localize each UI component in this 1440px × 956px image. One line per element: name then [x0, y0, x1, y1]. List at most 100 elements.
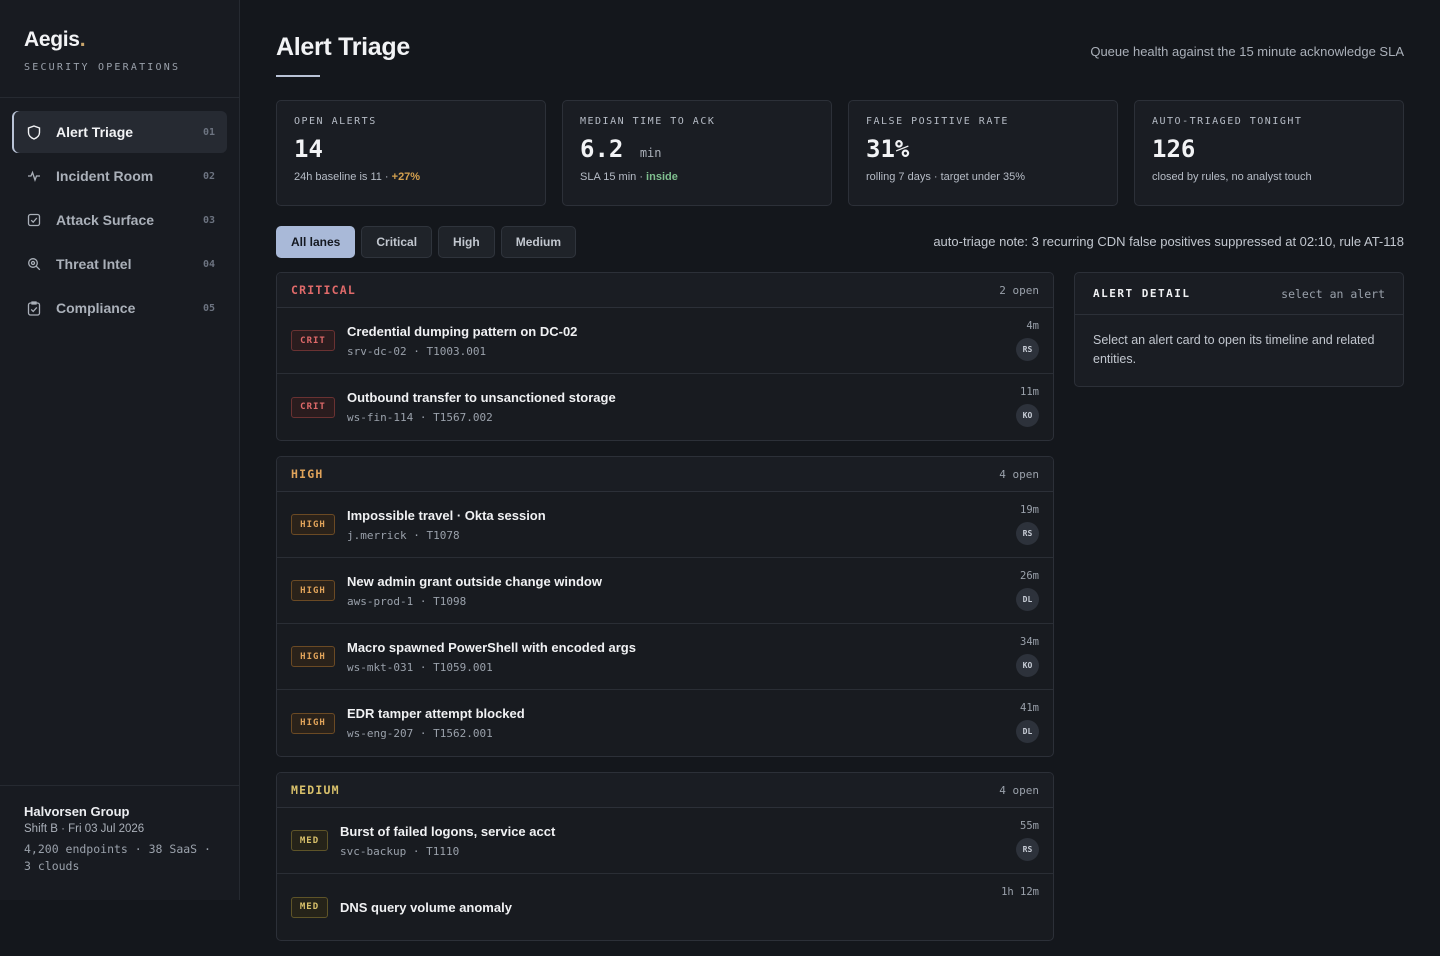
alert-title: Macro spawned PowerShell with encoded ar…: [347, 639, 636, 655]
stat-value: 14: [294, 135, 323, 163]
sidebar-item-label: Compliance: [56, 300, 136, 316]
severity-badge: CRIT: [291, 396, 335, 418]
stat-value: 6.2 min: [580, 135, 662, 163]
assignee-avatar[interactable]: DL: [1016, 588, 1039, 611]
alert-age: 34m: [1020, 636, 1039, 648]
lane-count: 2 open: [999, 283, 1039, 297]
alert-meta: ws-mkt-031 · T1059.001: [347, 660, 493, 674]
lane-filters: All lanes Critical High Medium: [276, 226, 577, 258]
stat-label: AUTO-TRIAGED TONIGHT: [1152, 116, 1303, 127]
assignee-avatar[interactable]: RS: [1016, 838, 1039, 861]
checkbox-icon: [26, 212, 42, 228]
sidebar-nav: Alert Triage 01 Incident Room 02 Attack Surf…: [0, 98, 239, 329]
org-stats: 4,200 endpoints · 38 SaaS · 3 clouds: [24, 842, 211, 873]
stat-card: OPEN ALERTS 14 24h baseline is 11 · +27%: [276, 100, 546, 206]
assignee-avatar[interactable]: RS: [1016, 522, 1039, 545]
alert-card[interactable]: HIGH EDR tamper attempt blocked ws-eng-207…: [277, 690, 1053, 756]
pulse-icon: [26, 168, 42, 184]
sidebar-item-alert-triage[interactable]: Alert Triage 01: [12, 111, 227, 153]
alert-meta: aws-prod-1 · T1098: [347, 594, 467, 608]
lane-critical: CRITICAL 2 open CRIT Credential dumping pat…: [276, 272, 1054, 441]
alert-title: Burst of failed logons, service acct: [340, 823, 556, 839]
sidebar-item-label: Threat Intel: [56, 256, 132, 272]
sidebar-item-attack-surface[interactable]: Attack Surface 03: [12, 199, 227, 241]
sidebar-item-label: Alert Triage: [56, 124, 134, 140]
alert-age: 41m: [1020, 702, 1039, 714]
detail-title: ALERT DETAIL: [1093, 287, 1191, 300]
alert-age: 4m: [1026, 320, 1039, 332]
alert-title: Impossible travel · Okta session: [347, 507, 546, 523]
page-title: Alert Triage: [276, 33, 410, 61]
stat-card: FALSE POSITIVE RATE 31% rolling 7 days · t…: [848, 100, 1118, 206]
stat-note: closed by rules, no analyst touch: [1152, 171, 1312, 183]
stat-note-accent: inside: [646, 171, 678, 183]
alert-card[interactable]: MED Burst of failed logons, service acct s…: [277, 808, 1053, 874]
sidebar-item-compliance[interactable]: Compliance 05: [12, 287, 227, 329]
alert-meta: ws-eng-207 · T1562.001: [347, 727, 493, 740]
stat-card: MEDIAN TIME TO ACK 6.2 min SLA 15 min · in…: [562, 100, 832, 206]
sidebar-item-threat-intel[interactable]: Threat Intel 04: [12, 243, 227, 285]
assignee-avatar[interactable]: RS: [1016, 338, 1039, 361]
severity-badge: HIGH: [291, 712, 335, 734]
alert-title: EDR tamper attempt blocked: [347, 706, 525, 721]
alert-title: New admin grant outside change window: [347, 573, 602, 589]
alert-meta: srv-dc-02 · T1003.001: [347, 344, 487, 358]
stat-unit: min: [639, 146, 662, 160]
lane-high: HIGH 4 open HIGH Impossible travel · Okta s…: [276, 456, 1054, 757]
filter-chip-medium[interactable]: Medium: [500, 226, 577, 258]
lane-count: 4 open: [999, 467, 1039, 481]
filter-chip-all-lanes[interactable]: All lanes: [276, 226, 356, 258]
alert-card[interactable]: MED DNS query volume anomaly 1h 12m: [277, 874, 1053, 940]
sidebar-item-number: 04: [202, 258, 215, 270]
assignee-avatar[interactable]: DL: [1016, 720, 1039, 743]
severity-badge: CRIT: [291, 330, 335, 351]
stat-value: 126: [1152, 135, 1196, 163]
lane-header: MEDIUM 4 open: [277, 773, 1053, 808]
stat-note: 24h baseline is 11 · +27%: [294, 171, 421, 183]
alert-age: 11m: [1020, 386, 1039, 398]
brand-subtitle: SECURITY OPERATIONS: [24, 62, 181, 73]
alert-meta: ws-fin-114 · T1567.002: [347, 411, 493, 424]
stat-label: OPEN ALERTS: [294, 116, 377, 127]
alert-age: 1h 12m: [1001, 886, 1039, 898]
alert-card[interactable]: HIGH New admin grant outside change windo…: [277, 558, 1053, 624]
alert-title: Credential dumping pattern on DC-02: [347, 323, 578, 339]
lane-header: CRITICAL 2 open: [277, 273, 1053, 308]
severity-badge: HIGH: [291, 514, 335, 535]
alert-age: 19m: [1020, 504, 1039, 516]
search-icon: [26, 256, 42, 272]
sidebar-item-label: Attack Surface: [56, 212, 155, 228]
assignee-avatar[interactable]: KO: [1016, 404, 1039, 427]
title-underline: [276, 75, 320, 77]
alert-card[interactable]: HIGH Macro spawned PowerShell with encode…: [277, 624, 1053, 690]
alert-age: 26m: [1020, 570, 1039, 582]
sidebar-item-number: 01: [202, 126, 215, 138]
alert-meta: svc-backup · T1110: [340, 844, 460, 858]
filter-chip-critical[interactable]: Critical: [361, 226, 433, 258]
org-info: Halvorsen Group Shift B · Fri 03 Jul 202…: [0, 785, 239, 900]
org-shift: Shift B · Fri 03 Jul 2026: [24, 823, 145, 835]
alert-lanes: CRITICAL 2 open CRIT Credential dumping pat…: [276, 272, 1054, 956]
stat-note: rolling 7 days · target under 35%: [866, 171, 1025, 183]
sidebar-item-incident-room[interactable]: Incident Room 02: [12, 155, 227, 197]
detail-hint: select an alert: [1281, 286, 1385, 301]
page-subtitle: Queue health against the 15 minute ackno…: [1090, 44, 1404, 59]
alert-title: DNS query volume anomaly: [340, 899, 512, 915]
lane-header: HIGH 4 open: [277, 457, 1053, 492]
severity-badge: HIGH: [291, 580, 335, 601]
org-name: Halvorsen Group: [24, 804, 130, 819]
sidebar-item-number: 05: [202, 302, 215, 314]
alert-card[interactable]: HIGH Impossible travel · Okta session j.me…: [277, 492, 1053, 558]
stat-label: FALSE POSITIVE RATE: [866, 116, 1009, 127]
stat-card: AUTO-TRIAGED TONIGHT 126 closed by rules, …: [1134, 100, 1404, 206]
brand: Aegis. SECURITY OPERATIONS: [0, 0, 239, 98]
lane-medium: MEDIUM 4 open MED Burst of failed logons, s…: [276, 772, 1054, 941]
stat-value: 31%: [866, 135, 910, 163]
alert-card[interactable]: CRIT Outbound transfer to unsanctioned st…: [277, 374, 1053, 440]
alert-card[interactable]: CRIT Credential dumping pattern on DC-02 s…: [277, 308, 1053, 374]
brand-logo[interactable]: Aegis.: [24, 28, 215, 52]
severity-badge: MED: [291, 830, 328, 851]
stat-label: MEDIAN TIME TO ACK: [580, 116, 716, 127]
assignee-avatar[interactable]: KO: [1016, 654, 1039, 677]
filter-chip-high[interactable]: High: [438, 226, 495, 258]
